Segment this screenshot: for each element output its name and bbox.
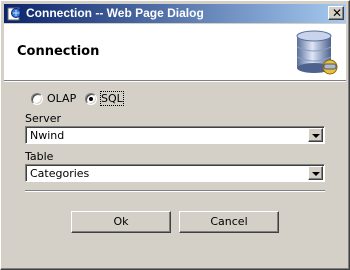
olap-radio[interactable] (31, 93, 43, 105)
close-icon: ✕ (332, 6, 343, 20)
cancel-button[interactable]: Cancel (179, 211, 279, 233)
ie-page-icon (7, 7, 21, 21)
table-label: Table (25, 150, 54, 163)
sql-radio-label[interactable]: SQL (100, 91, 124, 106)
window-title: Connection -- Web Page Dialog (26, 6, 204, 20)
dialog-window: Connection -- Web Page Dialog ✕ Connecti… (0, 0, 350, 270)
header-separator (4, 81, 346, 82)
database-icon (296, 30, 338, 75)
title-bar[interactable]: Connection -- Web Page Dialog ✕ (4, 4, 346, 23)
divider (25, 190, 325, 192)
ok-button[interactable]: Ok (71, 211, 171, 233)
table-select-value: Categories (30, 167, 90, 180)
close-button[interactable]: ✕ (328, 6, 344, 20)
chevron-down-icon[interactable] (308, 166, 323, 180)
header-panel: Connection (4, 24, 346, 81)
dialog-heading: Connection (17, 44, 100, 59)
sql-radio[interactable] (85, 93, 97, 105)
server-label: Server (25, 112, 62, 125)
chevron-down-icon[interactable] (308, 128, 323, 142)
olap-radio-label[interactable]: OLAP (47, 92, 76, 105)
server-select-value: Nwind (30, 129, 65, 142)
table-select[interactable]: Categories (25, 164, 325, 182)
server-select[interactable]: Nwind (25, 126, 325, 144)
